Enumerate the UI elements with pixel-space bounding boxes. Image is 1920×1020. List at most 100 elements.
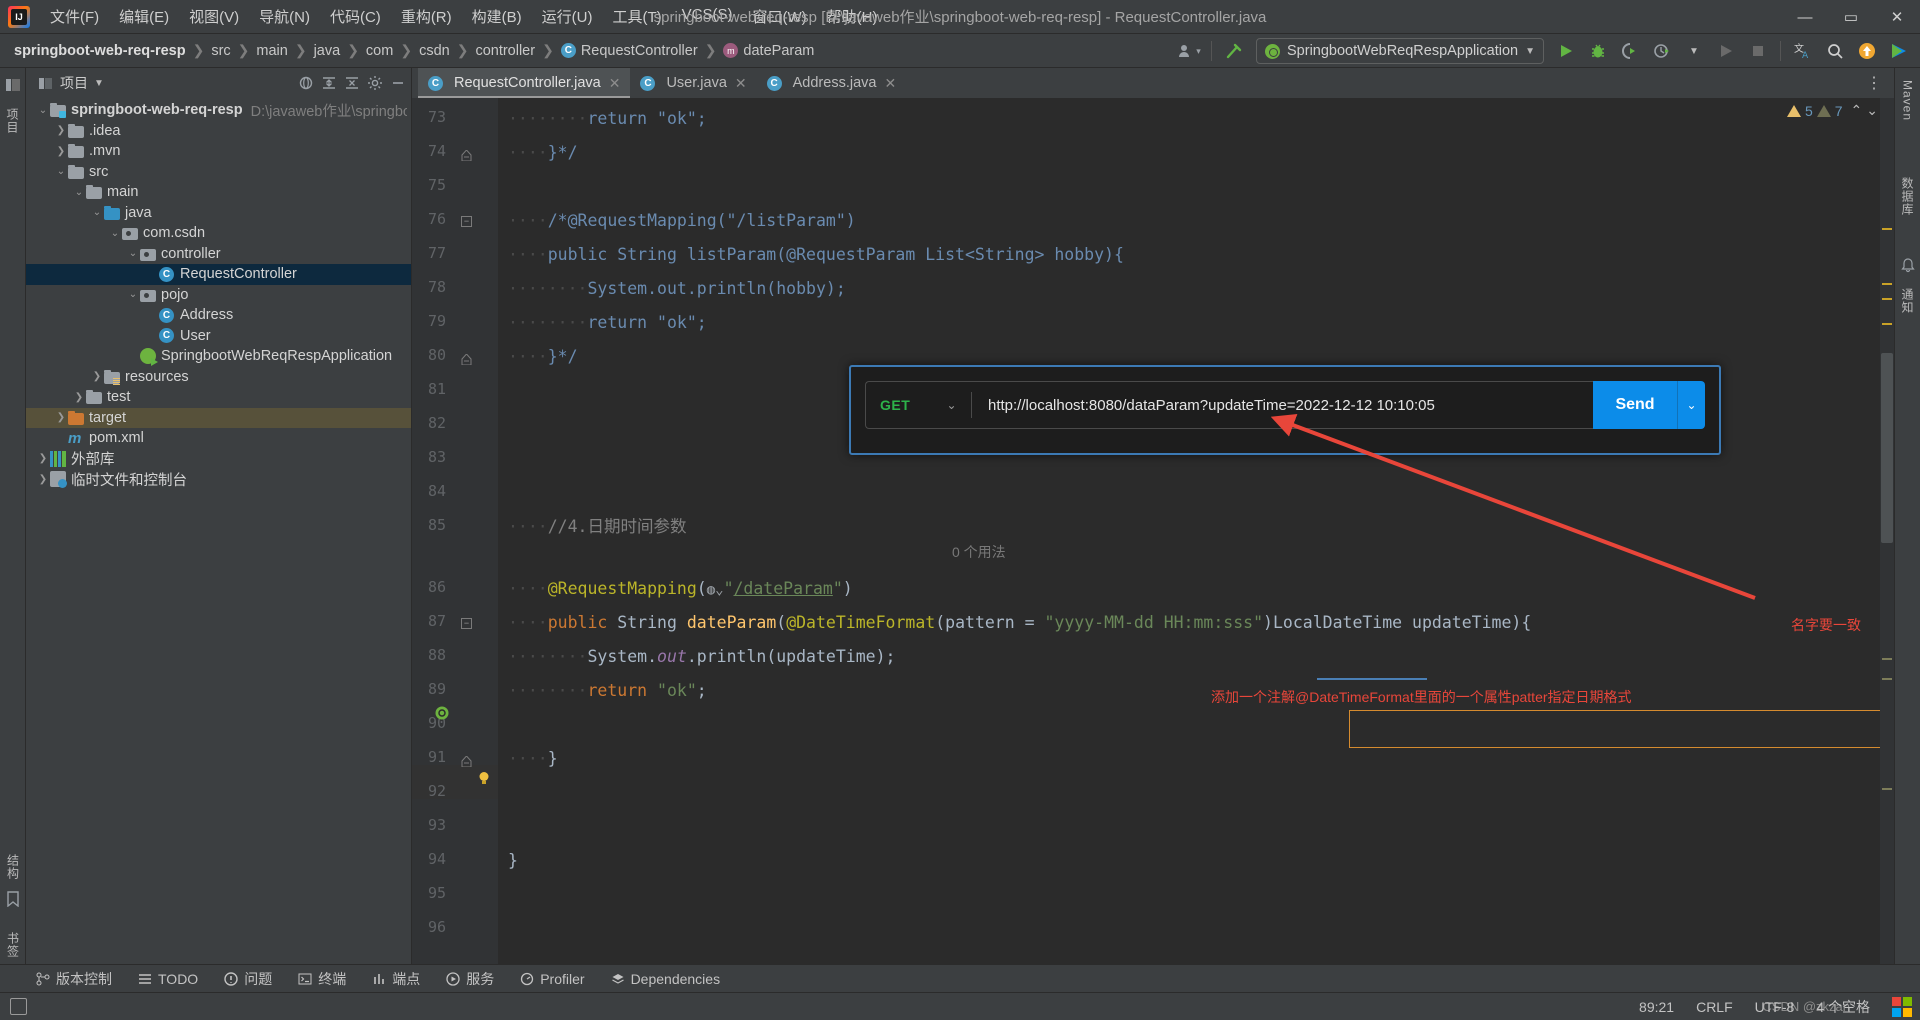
project-tool-icon[interactable] xyxy=(4,76,22,94)
code-line[interactable]: ····}*/ xyxy=(508,340,578,374)
tree-node[interactable]: ⌄ main xyxy=(26,182,411,203)
breadcrumb-item-7[interactable]: C RequestController xyxy=(560,43,698,59)
send-options-chevron-icon[interactable]: ⌄ xyxy=(1677,381,1705,429)
chevron-down-icon[interactable]: ▼ xyxy=(94,78,104,89)
code-fold-icon[interactable]: − xyxy=(461,216,472,227)
maximize-button[interactable]: ▭ xyxy=(1828,0,1874,34)
collapse-all-icon[interactable] xyxy=(341,72,363,94)
close-tab-icon[interactable]: ✕ xyxy=(884,75,896,92)
code-line[interactable]: ········return "ok"; xyxy=(508,102,707,136)
tree-expand-arrow-icon[interactable]: ❯ xyxy=(90,371,104,382)
code-line[interactable]: ····@RequestMapping(◍⌄"/dateParam") xyxy=(508,572,853,607)
tree-node[interactable]: ⌄ controller xyxy=(26,244,411,265)
editor-tab-0[interactable]: C RequestController.java ✕ xyxy=(418,68,631,98)
run-configuration-selector[interactable]: SpringbootWebReqRespApplication ▼ xyxy=(1256,38,1544,64)
close-tab-icon[interactable]: ✕ xyxy=(609,75,621,92)
bookmarks-rail-label[interactable]: 书签 xyxy=(5,932,22,958)
maven-rail-label[interactable]: Maven xyxy=(1901,80,1915,121)
code-line[interactable]: ········System.out.println(updateTime); xyxy=(508,640,895,674)
tree-node[interactable]: ❯ resources xyxy=(26,367,411,388)
line-separator[interactable]: CRLF xyxy=(1696,999,1733,1015)
code-line[interactable]: ········return "ok"; xyxy=(508,306,707,340)
code-content[interactable]: ········return "ok"; ····}*/····/*@Reques… xyxy=(498,98,1894,964)
settings-gear-icon[interactable] xyxy=(364,72,386,94)
breadcrumb-item-3[interactable]: java xyxy=(314,43,341,59)
menu-item-1[interactable]: 编辑(E) xyxy=(109,3,179,30)
next-problem-icon[interactable]: ⌄ xyxy=(1866,102,1878,119)
tree-node[interactable]: SpringbootWebReqRespApplication xyxy=(26,346,411,367)
tree-node[interactable]: ⌄ src xyxy=(26,162,411,183)
bookmark-icon[interactable] xyxy=(4,890,22,908)
minimize-button[interactable]: — xyxy=(1782,0,1828,34)
tree-node[interactable]: ⌄ com.csdn xyxy=(26,223,411,244)
tree-expand-arrow-icon[interactable]: ❯ xyxy=(72,392,86,403)
tree-expand-arrow-icon[interactable]: ⌄ xyxy=(36,105,50,116)
translate-icon[interactable]: 文A xyxy=(1788,37,1818,65)
notifications-rail-label[interactable]: 通知 xyxy=(1899,288,1916,314)
editor-tab-2[interactable]: C Address.java ✕ xyxy=(757,68,907,98)
tool-window-button-6[interactable]: Profiler xyxy=(516,969,588,989)
request-url-input[interactable]: http://localhost:8080/dataParam?updateTi… xyxy=(972,397,1593,414)
code-line[interactable]: ····} xyxy=(508,742,558,776)
code-line[interactable]: ····public String listParam(@RequestPara… xyxy=(508,238,1124,272)
tree-expand-arrow-icon[interactable]: ⌄ xyxy=(126,289,140,300)
send-button[interactable]: Send xyxy=(1593,381,1677,429)
code-line[interactable]: } xyxy=(508,844,518,878)
tool-window-button-0[interactable]: 版本控制 xyxy=(32,967,116,991)
web-endpoint-icon[interactable]: ◍⌄ xyxy=(707,582,724,598)
breadcrumb-item-1[interactable]: src xyxy=(211,43,230,59)
hide-panel-icon[interactable] xyxy=(387,72,409,94)
caret-position[interactable]: 89:21 xyxy=(1639,999,1674,1015)
tree-expand-arrow-icon[interactable]: ⌄ xyxy=(108,228,122,239)
tree-node[interactable]: ❯ target xyxy=(26,407,411,428)
close-tab-icon[interactable]: ✕ xyxy=(735,75,747,92)
breadcrumb-item-4[interactable]: com xyxy=(366,43,393,59)
code-line[interactable]: ····}*/ xyxy=(508,136,578,170)
more-options-icon[interactable]: ⋮ xyxy=(1860,73,1888,93)
run-icon[interactable] xyxy=(1551,37,1581,65)
project-rail-label[interactable]: 项目 xyxy=(4,108,21,134)
notification-bell-icon[interactable] xyxy=(1899,256,1917,274)
code-line[interactable]: ····public String dateParam(@DateTimeFor… xyxy=(508,606,1531,640)
http-method-selector[interactable]: GET ⌄ xyxy=(866,397,971,413)
code-fold-icon[interactable] xyxy=(461,754,472,771)
breadcrumb-item-8[interactable]: m dateParam xyxy=(723,43,814,59)
tree-node[interactable]: ❯ .mvn xyxy=(26,141,411,162)
profiler-icon[interactable] xyxy=(1647,37,1677,65)
code-fold-icon[interactable] xyxy=(461,352,472,369)
postman-request-overlay[interactable]: GET ⌄ http://localhost:8080/dataParam?up… xyxy=(849,365,1721,455)
chevron-down-icon[interactable]: ▼ xyxy=(1679,37,1709,65)
menu-item-4[interactable]: 代码(C) xyxy=(320,3,391,30)
indent-setting[interactable]: 4 个空格 xyxy=(1816,997,1870,1017)
tool-window-button-1[interactable]: TODO xyxy=(134,969,202,989)
menu-item-5[interactable]: 重构(R) xyxy=(391,3,462,30)
tree-node[interactable]: C RequestController xyxy=(26,264,411,285)
menu-item-7[interactable]: 运行(U) xyxy=(532,3,603,30)
user-icon[interactable]: ▾ xyxy=(1174,37,1204,65)
file-encoding[interactable]: UTF-8 xyxy=(1755,999,1795,1015)
tree-expand-arrow-icon[interactable]: ❯ xyxy=(36,453,50,464)
tree-node[interactable]: m pom.xml xyxy=(26,428,411,449)
menu-item-0[interactable]: 文件(F) xyxy=(40,3,109,30)
inspection-indicator[interactable]: 5 7 ⌃ ⌄ xyxy=(1786,102,1878,119)
tree-node[interactable]: ❯ 外部库 xyxy=(26,449,411,470)
code-fold-icon[interactable] xyxy=(461,148,472,165)
tree-node[interactable]: ⌄ springboot-web-req-resp D:\javaweb作业\spr… xyxy=(26,100,411,121)
tree-node[interactable]: ❯ .idea xyxy=(26,121,411,142)
tool-window-button-2[interactable]: 问题 xyxy=(220,967,276,991)
spring-endpoint-gutter-icon[interactable] xyxy=(434,705,450,721)
tree-node[interactable]: C Address xyxy=(26,305,411,326)
tree-node[interactable]: ❯ test xyxy=(26,387,411,408)
flatten-packages-icon[interactable] xyxy=(295,72,317,94)
breadcrumb-item-6[interactable]: controller xyxy=(475,43,535,59)
database-rail-label[interactable]: 数据库 xyxy=(1899,177,1916,216)
tree-expand-arrow-icon[interactable]: ⌄ xyxy=(54,166,68,177)
tree-expand-arrow-icon[interactable]: ❯ xyxy=(54,125,68,136)
hammer-icon[interactable] xyxy=(1219,37,1249,65)
tree-node[interactable]: ⌄ java xyxy=(26,203,411,224)
breadcrumb-item-2[interactable]: main xyxy=(256,43,287,59)
update-icon[interactable] xyxy=(1852,37,1882,65)
breadcrumb-item-5[interactable]: csdn xyxy=(419,43,450,59)
code-editor[interactable]: 73 74 75 76−77 78 79 80 81 82 83 84 85 86 87−88 89 90 91… xyxy=(412,98,1894,964)
tree-node[interactable]: ⌄ pojo xyxy=(26,285,411,306)
